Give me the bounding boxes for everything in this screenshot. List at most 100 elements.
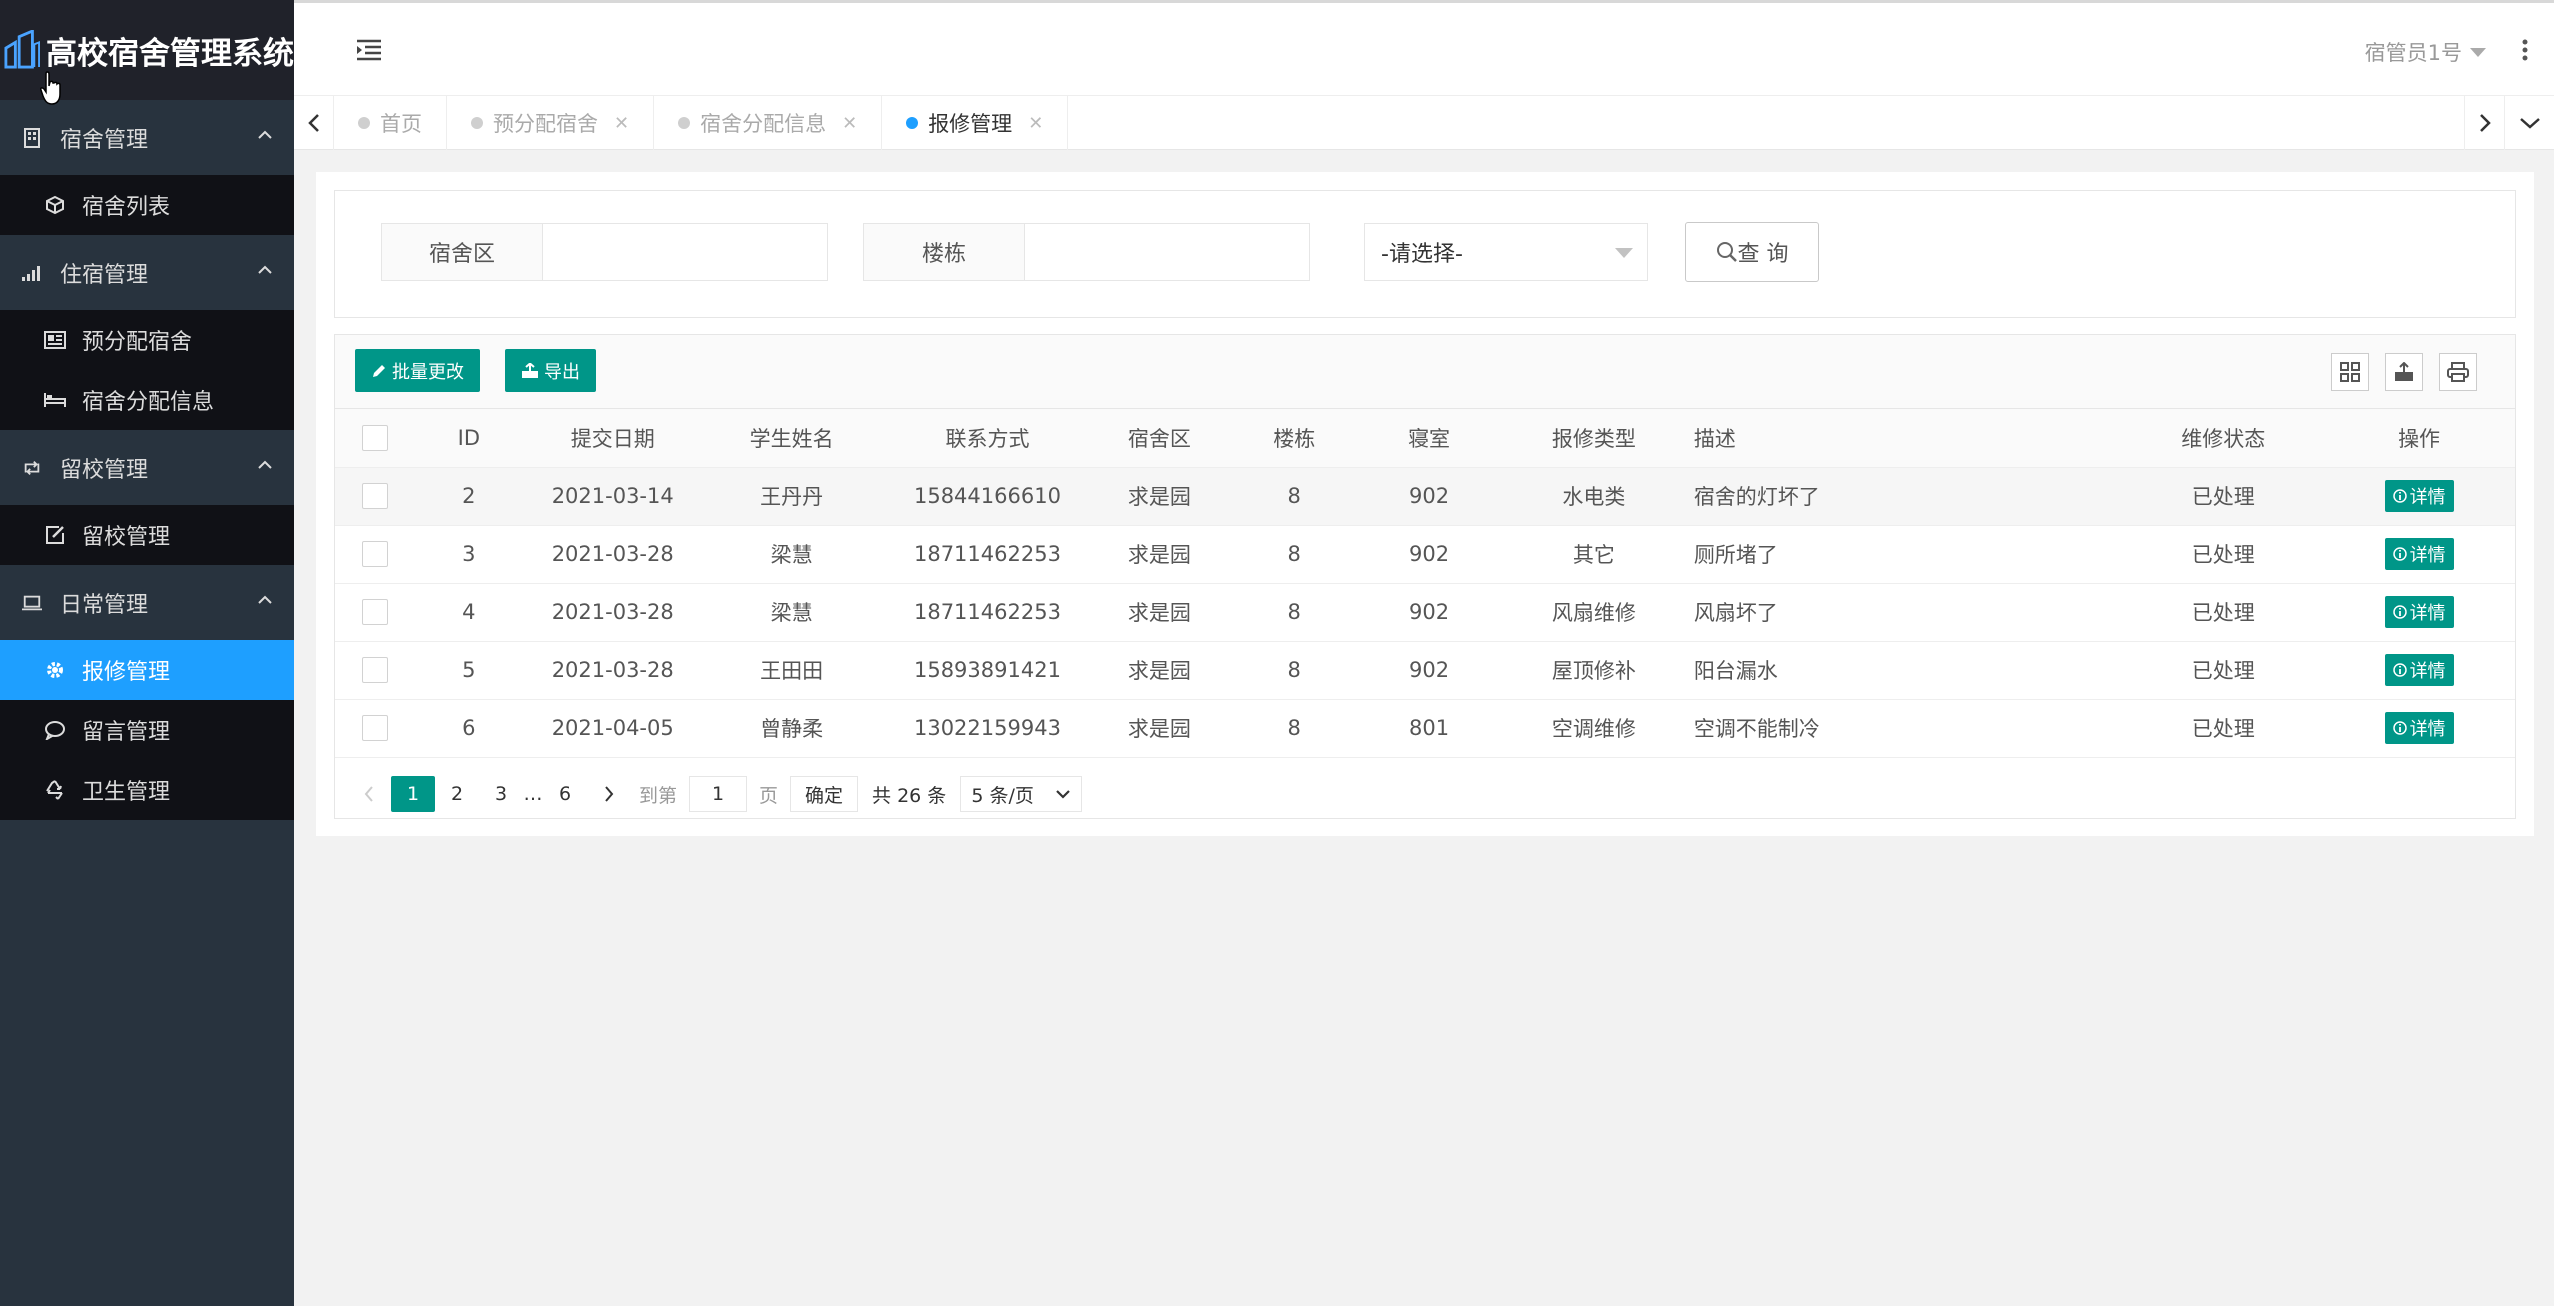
column-header[interactable]: 报修类型 [1494, 409, 1694, 468]
info-icon [2392, 489, 2407, 503]
status-select[interactable]: -请选择- [1364, 223, 1648, 281]
goto-page-input[interactable]: 1 [689, 776, 748, 812]
detail-button[interactable]: 详情 [2384, 654, 2454, 686]
tab-scroll-left[interactable] [294, 96, 334, 150]
building-label: 楼栋 [863, 223, 1025, 281]
tabs: 首页 预分配宿舍 ✕ 宿舍分配信息 ✕ 报修管理 ✕ [334, 96, 1069, 150]
row-checkbox[interactable] [361, 483, 388, 509]
menu-head-stay[interactable]: 留校管理 [0, 430, 294, 505]
signal-icon [22, 263, 42, 283]
submenu-daily: 报修管理 留言管理 卫生管理 [0, 640, 294, 820]
close-icon[interactable]: ✕ [1028, 113, 1043, 134]
menu-head-label: 宿舍管理 [60, 127, 149, 153]
close-icon[interactable]: ✕ [842, 113, 857, 134]
cell-type: 空调维修 [1494, 699, 1694, 758]
column-header[interactable]: 描述 [1693, 409, 2124, 468]
table-row[interactable]: 3 2021-03-28 梁慧 18711462253 求是园 8 902 其它… [335, 525, 2515, 584]
sidebar-item-pre-assign[interactable]: 预分配宿舍 [0, 310, 294, 370]
building-filter: 楼栋 [863, 223, 1310, 281]
row-checkbox[interactable] [361, 541, 388, 567]
area-filter: 宿舍区 [381, 223, 828, 281]
sidebar-item-assign-info[interactable]: 宿舍分配信息 [0, 370, 294, 430]
page-button[interactable]: 3 [479, 776, 523, 812]
tab-repair[interactable]: 报修管理 ✕ [882, 96, 1069, 150]
cell-room: 902 [1364, 583, 1494, 642]
building-input[interactable] [1025, 223, 1310, 281]
detail-button[interactable]: 详情 [2384, 538, 2454, 570]
column-header[interactable]: 宿舍区 [1094, 409, 1225, 468]
tab-options[interactable] [2504, 96, 2554, 150]
user-name: 宿管员1号 [2364, 41, 2462, 65]
table-header-row: ID 提交日期 学生姓名 联系方式 宿舍区 楼栋 寝室 报修类型 描述 维修状态… [335, 409, 2515, 468]
row-checkbox[interactable] [361, 657, 388, 683]
table-row[interactable]: 5 2021-03-28 王田田 15893891421 求是园 8 902 屋… [335, 641, 2515, 700]
column-header[interactable]: 学生姓名 [702, 409, 881, 468]
more-vertical-icon[interactable] [2522, 39, 2528, 61]
column-header[interactable]: 联系方式 [880, 409, 1095, 468]
table-row[interactable]: 6 2021-04-05 曾静柔 13022159943 求是园 8 801 空… [335, 699, 2515, 758]
area-input[interactable] [543, 223, 828, 281]
table-row[interactable]: 2 2021-03-14 王丹丹 15844166610 求是园 8 902 水… [335, 467, 2515, 526]
cell-type: 其它 [1494, 525, 1694, 584]
export-tool-button[interactable] [2385, 353, 2423, 391]
column-header[interactable]: 维修状态 [2123, 409, 2324, 468]
export-button[interactable]: 导出 [505, 349, 596, 392]
export-label: 导出 [544, 361, 580, 383]
tab-scroll-right[interactable] [2464, 96, 2504, 150]
app-title: 高校宿舍管理系统 [46, 35, 294, 72]
sidebar-item-repair[interactable]: 报修管理 [0, 640, 294, 700]
menu-head-daily[interactable]: 日常管理 [0, 565, 294, 640]
sidebar-item-stay-manage[interactable]: 留校管理 [0, 505, 294, 565]
confirm-button[interactable]: 确定 [790, 776, 859, 812]
page-button-current[interactable]: 1 [391, 776, 435, 812]
batch-edit-button[interactable]: 批量更改 [355, 349, 480, 392]
cell-room: 902 [1364, 641, 1494, 700]
prev-page-button[interactable] [347, 776, 391, 812]
grid-icon [2340, 362, 2360, 382]
column-header[interactable]: 提交日期 [522, 409, 703, 468]
search-icon [1716, 242, 1737, 262]
building-icon [22, 127, 42, 148]
tab-dot [358, 117, 370, 129]
column-header[interactable]: 楼栋 [1224, 409, 1365, 468]
tab-assign-info[interactable]: 宿舍分配信息 ✕ [654, 96, 883, 150]
next-page-button[interactable] [587, 776, 631, 812]
detail-button[interactable]: 详情 [2384, 596, 2454, 628]
page-button-last[interactable]: 6 [543, 776, 587, 812]
cell-action: 详情 [2323, 641, 2515, 700]
close-icon[interactable]: ✕ [614, 113, 629, 134]
chevron-left-icon [307, 114, 319, 132]
query-button[interactable]: 查 询 [1685, 222, 1819, 282]
page-size-select[interactable]: 5 条/页 [960, 776, 1083, 812]
row-checkbox[interactable] [361, 599, 388, 625]
tab-home[interactable]: 首页 [334, 96, 447, 150]
menu-group-dorm: 宿舍管理 宿舍列表 [0, 100, 294, 235]
comment-icon [44, 719, 66, 741]
sidebar-item-dorm-list[interactable]: 宿舍列表 [0, 175, 294, 235]
chevron-left-icon [364, 786, 373, 802]
table-row[interactable]: 4 2021-03-28 梁慧 18711462253 求是园 8 902 风扇… [335, 583, 2515, 642]
cell-phone: 18711462253 [880, 525, 1095, 584]
cell-desc: 阳台漏水 [1693, 641, 2124, 700]
detail-label: 详情 [2409, 661, 2446, 682]
page-button[interactable]: 2 [435, 776, 479, 812]
menu-head-dorm[interactable]: 宿舍管理 [0, 100, 294, 175]
cell-area: 求是园 [1094, 699, 1225, 758]
menu-head-lodging[interactable]: 住宿管理 [0, 235, 294, 310]
menu-toggle-icon[interactable] [357, 39, 381, 61]
retweet-icon [22, 458, 42, 478]
tab-dot [906, 117, 919, 129]
tab-pre-assign[interactable]: 预分配宿舍 ✕ [447, 96, 655, 150]
detail-button[interactable]: 详情 [2384, 712, 2454, 744]
columns-filter-button[interactable] [2331, 353, 2369, 391]
column-header[interactable]: ID [414, 409, 523, 468]
column-header[interactable]: 寝室 [1364, 409, 1494, 468]
sidebar-item-hygiene[interactable]: 卫生管理 [0, 760, 294, 820]
print-button[interactable] [2439, 353, 2477, 391]
row-checkbox[interactable] [361, 715, 388, 741]
user-menu[interactable]: 宿管员1号 [2365, 37, 2486, 67]
sidebar-item-message[interactable]: 留言管理 [0, 700, 294, 760]
detail-button[interactable]: 详情 [2384, 480, 2454, 512]
select-value: -请选择- [1381, 242, 1463, 267]
select-all-checkbox[interactable] [361, 424, 388, 451]
